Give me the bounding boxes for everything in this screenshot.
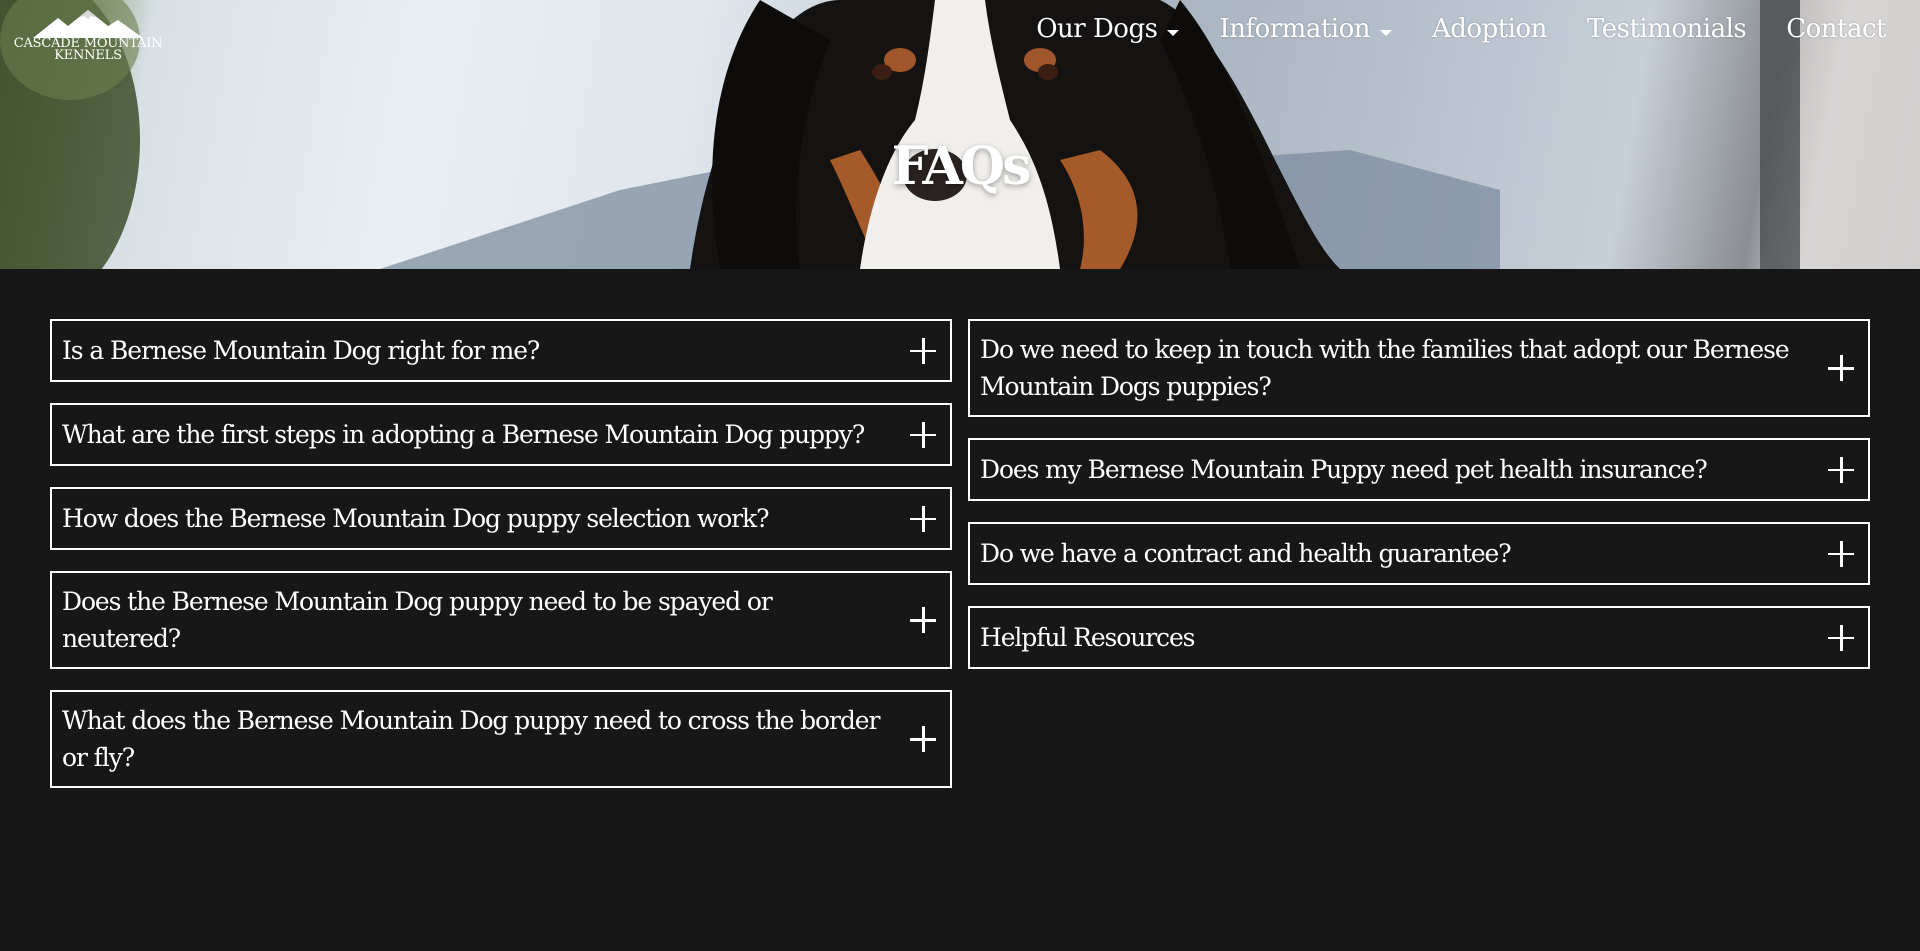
faq-item[interactable]: What are the first steps in adopting a B… [50,403,952,466]
faq-item[interactable]: Does the Bernese Mountain Dog puppy need… [50,571,952,669]
faq-question: Does the Bernese Mountain Dog puppy need… [62,587,773,653]
plus-icon[interactable] [1828,355,1854,381]
faq-section: Is a Bernese Mountain Dog right for me? … [50,319,1870,788]
brand-logo[interactable]: CASCADE MOUNTAIN KENNELS [8,8,168,74]
faq-item[interactable]: Do we have a contract and health guarant… [968,522,1870,585]
plus-icon[interactable] [1828,624,1854,651]
faq-column-left: Is a Bernese Mountain Dog right for me? … [50,319,952,788]
faq-item[interactable]: Helpful Resources [968,606,1870,669]
faq-item[interactable]: Do we need to keep in touch with the fam… [968,319,1870,417]
plus-icon[interactable] [910,421,936,448]
plus-icon[interactable] [910,505,936,532]
nav-item-label: Contact [1786,14,1886,44]
faq-column-right: Do we need to keep in touch with the fam… [968,319,1870,788]
faq-item[interactable]: Does my Bernese Mountain Puppy need pet … [968,438,1870,501]
faq-question: Do we need to keep in touch with the fam… [980,335,1790,401]
faq-question: Does my Bernese Mountain Puppy need pet … [980,455,1708,484]
hero-banner: CASCADE MOUNTAIN KENNELS Our Dogs Inform… [0,0,1920,269]
nav-item-label: Our Dogs [1036,14,1158,44]
caret-down-icon [1167,30,1180,36]
faq-item[interactable]: What does the Bernese Mountain Dog puppy… [50,690,952,788]
nav-item-contact[interactable]: Contact [1786,14,1886,44]
faq-question: Is a Bernese Mountain Dog right for me? [62,336,540,365]
nav-item-label: Information [1219,14,1370,44]
page-title: FAQs [891,136,1032,197]
faq-question: Do we have a contract and health guarant… [980,539,1512,568]
plus-icon[interactable] [1828,540,1854,567]
nav-item-label: Adoption [1432,14,1547,44]
plus-icon[interactable] [910,726,936,752]
plus-icon[interactable] [910,337,936,364]
faq-item[interactable]: Is a Bernese Mountain Dog right for me? [50,319,952,382]
nav-item-adoption[interactable]: Adoption [1432,14,1547,44]
plus-icon[interactable] [910,607,936,633]
plus-icon[interactable] [1828,456,1854,483]
faq-question: Helpful Resources [980,623,1195,652]
nav-item-testimonials[interactable]: Testimonials [1586,14,1747,44]
nav-item-information[interactable]: Information [1219,14,1392,44]
faq-question: How does the Bernese Mountain Dog puppy … [62,504,769,533]
faq-item[interactable]: How does the Bernese Mountain Dog puppy … [50,487,952,550]
mountain-logo-icon [33,10,143,38]
nav-item-label: Testimonials [1586,14,1747,44]
nav-item-our-dogs[interactable]: Our Dogs [1036,14,1180,44]
main-navigation: Our Dogs Information Adoption Testimonia… [1036,14,1886,44]
faq-question: What are the first steps in adopting a B… [62,420,865,449]
caret-down-icon [1380,30,1392,36]
faq-question: What does the Bernese Mountain Dog puppy… [62,706,880,772]
logo-text-line2: KENNELS [54,48,122,63]
